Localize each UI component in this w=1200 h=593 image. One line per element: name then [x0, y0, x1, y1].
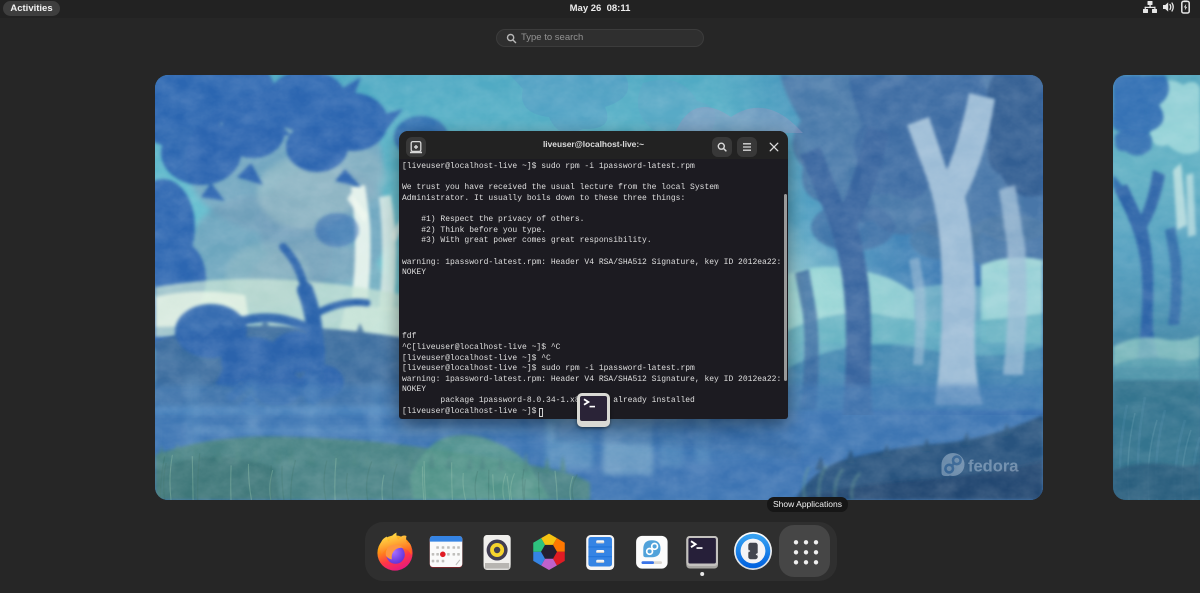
- svg-text:fedora: fedora: [968, 458, 1019, 476]
